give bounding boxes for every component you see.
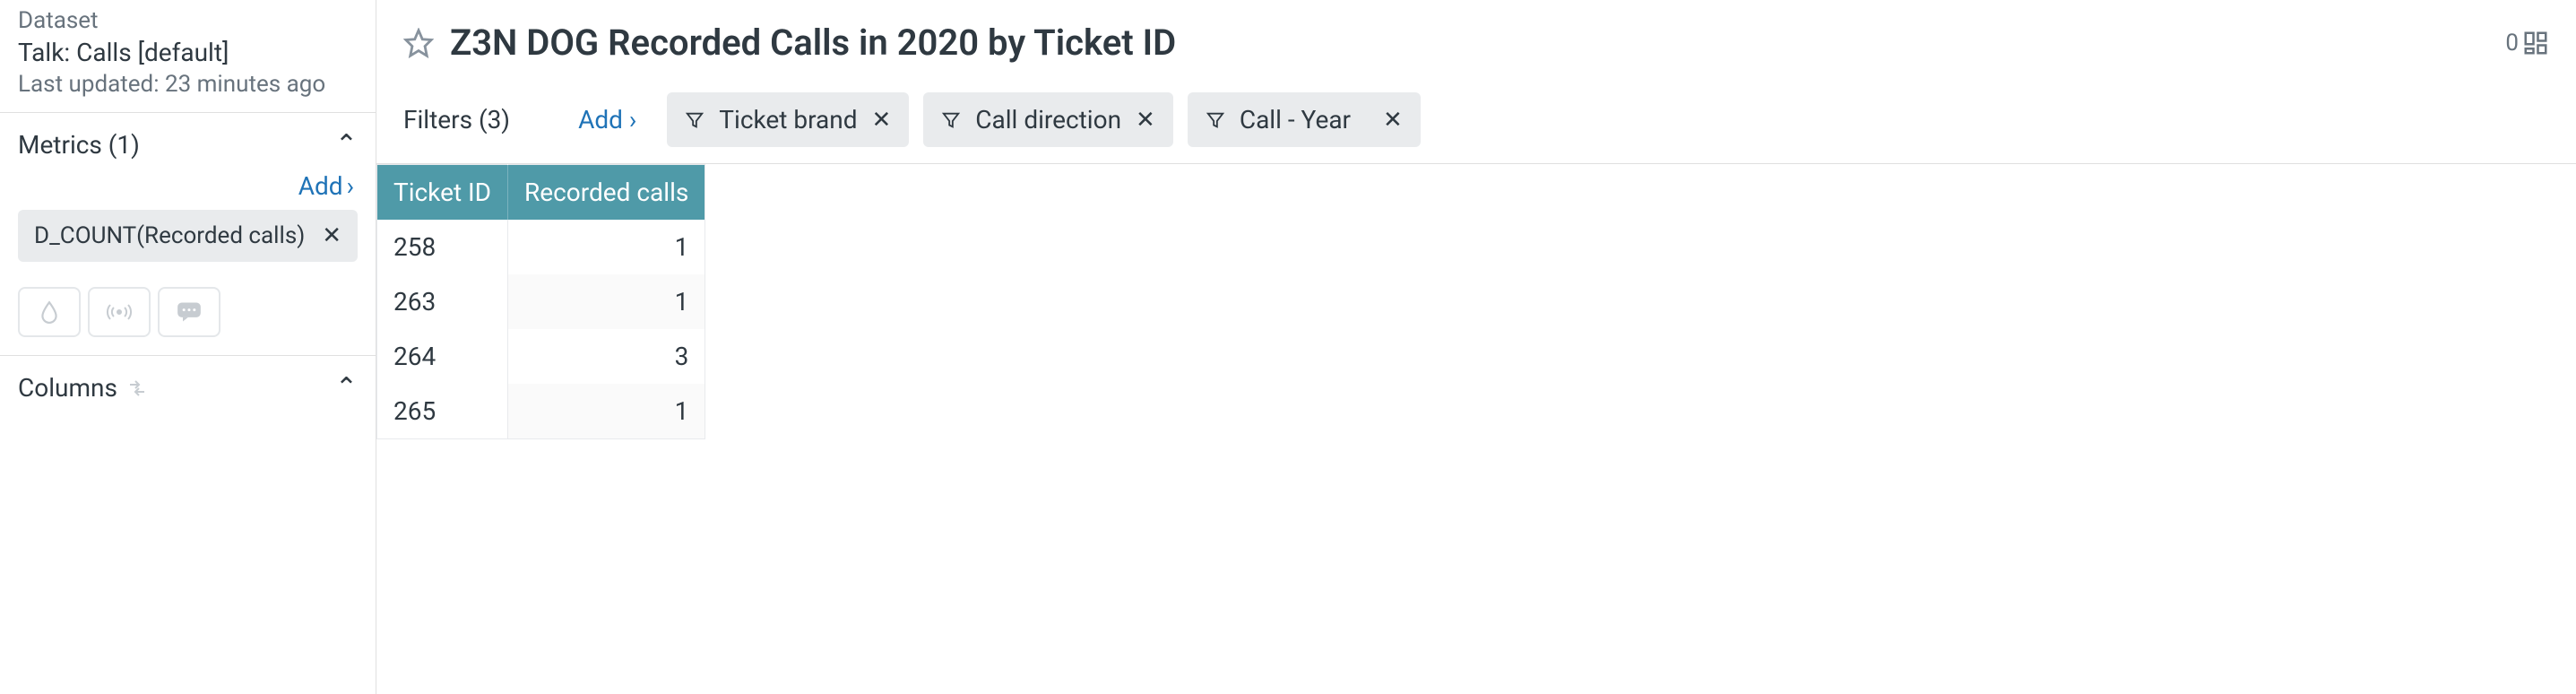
close-icon[interactable]: ✕: [322, 222, 341, 249]
table-header-row: Ticket ID Recorded calls: [377, 165, 705, 221]
cell-ticket-id: 264: [377, 329, 508, 384]
filter-chip-ticket-brand[interactable]: Ticket brand ✕: [667, 92, 909, 147]
table-row[interactable]: 2651: [377, 384, 705, 439]
dataset-info: Dataset Talk: Calls [default] Last updat…: [0, 0, 376, 112]
main-panel: Z3N DOG Recorded Calls in 2020 by Ticket…: [376, 0, 2576, 694]
dataset-updated: Last updated: 23 minutes ago: [18, 71, 358, 98]
close-icon[interactable]: ✕: [1383, 107, 1403, 134]
filters-bar: Filters (3) Add › Ticket brand ✕ Call di…: [376, 82, 2576, 164]
star-icon[interactable]: [403, 28, 434, 58]
filters-add-button[interactable]: Add ›: [578, 105, 636, 134]
page-title: Z3N DOG Recorded Calls in 2020 by Ticket…: [450, 22, 2489, 64]
cell-recorded-calls: 1: [508, 384, 705, 439]
close-icon[interactable]: ✕: [872, 107, 892, 134]
cell-recorded-calls: 3: [508, 329, 705, 384]
metrics-title: Metrics (1): [18, 130, 140, 160]
title-bar: Z3N DOG Recorded Calls in 2020 by Ticket…: [376, 0, 2576, 82]
cell-ticket-id: 258: [377, 220, 508, 274]
chevron-right-icon: ›: [347, 171, 354, 201]
drop-icon-button[interactable]: [18, 287, 81, 337]
filter-chip-call-year[interactable]: Call - Year ✕: [1188, 92, 1421, 147]
chevron-up-icon[interactable]: ⌃: [335, 129, 358, 160]
cell-ticket-id: 263: [377, 274, 508, 329]
close-icon[interactable]: ✕: [1136, 107, 1155, 134]
swap-icon[interactable]: [126, 377, 148, 399]
signal-icon: [106, 303, 133, 321]
signal-icon-button[interactable]: [88, 287, 151, 337]
filters-label: Filters (3): [403, 105, 510, 134]
layout-count: 0: [2505, 30, 2519, 56]
drop-icon: [38, 300, 61, 324]
dataset-name: Talk: Calls [default]: [18, 38, 358, 67]
results-table: Ticket ID Recorded calls 258126312643265…: [376, 164, 705, 439]
chat-icon-button[interactable]: [158, 287, 220, 337]
metric-chip[interactable]: D_COUNT(Recorded calls) ✕: [18, 210, 358, 262]
metrics-section: Metrics (1) ⌃ Add› D_COUNT(Recorded call…: [0, 112, 376, 355]
dataset-label: Dataset: [18, 7, 358, 34]
chevron-up-icon[interactable]: ⌃: [335, 372, 358, 403]
filter-label: Ticket brand: [719, 105, 857, 134]
data-area: Ticket ID Recorded calls 258126312643265…: [376, 164, 2576, 439]
add-label: Add: [298, 171, 343, 201]
chat-icon: [177, 301, 202, 323]
metrics-header[interactable]: Metrics (1) ⌃: [18, 129, 358, 160]
col-header-ticket-id[interactable]: Ticket ID: [377, 165, 508, 221]
columns-title: Columns: [18, 373, 117, 403]
table-row[interactable]: 2643: [377, 329, 705, 384]
col-header-recorded-calls[interactable]: Recorded calls: [508, 165, 705, 221]
funnel-icon: [1206, 110, 1225, 130]
metric-label: D_COUNT(Recorded calls): [34, 222, 305, 249]
table-row[interactable]: 2631: [377, 274, 705, 329]
cell-ticket-id: 265: [377, 384, 508, 439]
cell-recorded-calls: 1: [508, 274, 705, 329]
funnel-icon: [941, 110, 961, 130]
filters-add-label: Add: [578, 105, 623, 134]
cell-recorded-calls: 1: [508, 220, 705, 274]
sidebar: Dataset Talk: Calls [default] Last updat…: [0, 0, 376, 694]
metric-icon-row: [18, 283, 358, 344]
metrics-add-button[interactable]: Add›: [18, 160, 358, 210]
layout-toggle[interactable]: 0: [2505, 30, 2549, 56]
filter-chip-call-direction[interactable]: Call direction ✕: [923, 92, 1173, 147]
chevron-right-icon: ›: [629, 105, 636, 134]
table-row[interactable]: 2581: [377, 220, 705, 274]
columns-header[interactable]: Columns ⌃: [18, 372, 358, 403]
filter-label: Call - Year: [1240, 105, 1351, 134]
columns-section: Columns ⌃: [0, 355, 376, 414]
grid-icon: [2522, 30, 2549, 56]
funnel-icon: [685, 110, 705, 130]
filter-label: Call direction: [975, 105, 1121, 134]
